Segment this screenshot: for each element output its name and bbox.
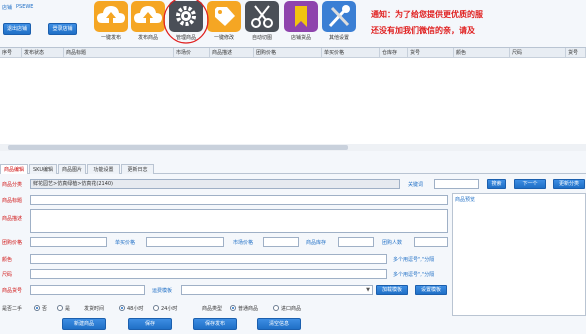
scrollbar-thumb[interactable] xyxy=(8,145,348,150)
column-header[interactable]: 单买价格 xyxy=(322,48,380,58)
color-hint: 多个用逗号","分隔 xyxy=(393,257,435,263)
toolbar-label: 一键发布 xyxy=(100,35,121,41)
title-label: 商品标题 xyxy=(2,198,23,204)
shortcut-label: 关键词 xyxy=(408,182,424,188)
set-template-button[interactable]: 设置模板 xyxy=(415,285,447,295)
group-count-label: 团购人数 xyxy=(382,240,403,246)
new-goods-button[interactable]: 新建商品 xyxy=(62,318,106,330)
size-input[interactable] xyxy=(30,269,387,279)
market-price-input[interactable] xyxy=(263,237,299,247)
goods-type-normal-radio[interactable] xyxy=(230,305,236,311)
column-header[interactable]: 团购价格 xyxy=(254,48,322,58)
stock-label: 商品库存 xyxy=(306,240,327,246)
toolbar-label: 一键修改 xyxy=(213,35,234,41)
template-label: 运费模板 xyxy=(152,288,173,294)
second-hand-no-label: 是 xyxy=(65,306,71,312)
table-header: 序号 发布状态 商品标题 市场价 商品描述 团购价格 单买价格 仓库存 货号 颜… xyxy=(0,48,586,58)
tab-goods-images[interactable]: 商品图片 xyxy=(58,164,86,174)
tools-icon xyxy=(322,1,356,32)
ship-time-label: 发货时间 xyxy=(84,306,105,312)
second-hand-yes-radio[interactable] xyxy=(34,305,40,311)
desc-textarea[interactable] xyxy=(30,209,448,233)
tab-function-settings[interactable]: 功能设置 xyxy=(87,164,120,174)
search-button[interactable]: 搜索 xyxy=(487,179,506,189)
upload-cloud-icon xyxy=(94,1,128,32)
market-price-label: 市场价格 xyxy=(233,240,254,246)
keyword-input[interactable] xyxy=(434,179,479,189)
next-button[interactable]: 下一个 xyxy=(514,179,546,189)
ship-48h-label: 48小时 xyxy=(127,306,144,312)
category-label: 商品分类 xyxy=(2,182,23,188)
save-publish-button[interactable]: 保存发布 xyxy=(193,318,237,330)
preview-label: 商品预览 xyxy=(455,197,476,203)
clear-info-button[interactable]: 清空信息 xyxy=(257,318,301,330)
ship-48h-radio[interactable] xyxy=(119,305,125,311)
tab-goods-edit[interactable]: 商品编辑 xyxy=(0,164,28,174)
upload-cloud-icon xyxy=(131,1,165,32)
column-header[interactable]: 货号 xyxy=(566,48,586,58)
goods-type-label: 商品类型 xyxy=(202,306,223,312)
toolbar: 一键发布 发布商品 管理商品 一键修改 自动切图 店铺货品 其他设置 xyxy=(0,0,586,44)
color-label: 颜色 xyxy=(2,257,13,263)
sku-input[interactable] xyxy=(30,285,145,295)
column-header[interactable]: 仓库存 xyxy=(380,48,408,58)
column-header[interactable]: 市场价 xyxy=(174,48,210,58)
update-category-button[interactable]: 更新分类 xyxy=(553,179,585,189)
color-input[interactable] xyxy=(30,254,387,264)
column-header[interactable]: 发布状态 xyxy=(22,48,64,58)
column-header[interactable]: 商品标题 xyxy=(64,48,174,58)
second-hand-yes-label: 否 xyxy=(42,306,48,312)
column-header[interactable]: 颜色 xyxy=(454,48,510,58)
ship-24h-radio[interactable] xyxy=(153,305,159,311)
scissors-icon xyxy=(245,1,279,32)
title-input[interactable] xyxy=(30,195,448,205)
toolbar-label: 其他设置 xyxy=(328,35,349,41)
preview-panel: 商品预览 xyxy=(452,193,586,316)
sku-label: 商品货号 xyxy=(2,288,23,294)
goods-table[interactable]: 序号 发布状态 商品标题 市场价 商品描述 团购价格 单买价格 仓库存 货号 颜… xyxy=(0,47,586,151)
tab-bar: 商品编辑 SKU编辑 商品图片 功能设置 更新日志 xyxy=(0,164,586,174)
category-value: 鲜花园艺>仿真绿植>仿真花(2140) xyxy=(33,181,114,187)
size-hint: 多个用逗号","分隔 xyxy=(393,272,435,278)
save-button[interactable]: 保存 xyxy=(128,318,172,330)
chevron-down-icon: ▼ xyxy=(366,287,370,293)
notice-line-2: 还没有加我们微信的亲，请及 xyxy=(371,26,475,35)
column-header[interactable]: 尺码 xyxy=(510,48,566,58)
tab-sku-edit[interactable]: SKU编辑 xyxy=(29,164,57,174)
group-price-label: 团购价格 xyxy=(2,240,23,246)
toolbar-label: 自动切图 xyxy=(251,35,272,41)
template-select[interactable]: ▼ xyxy=(181,285,373,295)
size-label: 尺码 xyxy=(2,272,13,278)
edit-form: 商品分类 鲜花园艺>仿真绿植>仿真花(2140) 关键词 搜索 下一个 更新分类… xyxy=(0,175,586,334)
ship-24h-label: 24小时 xyxy=(161,306,178,312)
column-header[interactable]: 货号 xyxy=(408,48,454,58)
tag-icon xyxy=(207,1,241,32)
toolbar-label: 店铺货品 xyxy=(290,35,311,41)
goods-type-normal-label: 普通商品 xyxy=(238,306,259,312)
stock-input[interactable] xyxy=(338,237,374,247)
notice-line-1: 通知：为了给您提供更优质的服 xyxy=(371,10,483,19)
column-header[interactable]: 序号 xyxy=(0,48,22,58)
second-hand-no-radio[interactable] xyxy=(57,305,63,311)
single-price-input[interactable] xyxy=(146,237,224,247)
load-template-button[interactable]: 加载模板 xyxy=(376,285,408,295)
tab-update-log[interactable]: 更新日志 xyxy=(121,164,154,174)
goods-type-import-radio[interactable] xyxy=(273,305,279,311)
group-count-input[interactable] xyxy=(414,237,448,247)
goods-type-import-label: 进口商品 xyxy=(281,306,302,312)
category-select[interactable]: 鲜花园艺>仿真绿植>仿真花(2140) xyxy=(30,179,400,189)
single-price-label: 单买价格 xyxy=(115,240,136,246)
group-price-input[interactable] xyxy=(30,237,107,247)
highlight-circle xyxy=(163,0,209,44)
horizontal-scrollbar[interactable] xyxy=(0,144,586,151)
bookmark-icon xyxy=(284,1,318,32)
column-header[interactable]: 商品描述 xyxy=(210,48,254,58)
desc-label: 商品描述 xyxy=(2,216,23,222)
second-hand-label: 是否二手 xyxy=(2,306,23,312)
